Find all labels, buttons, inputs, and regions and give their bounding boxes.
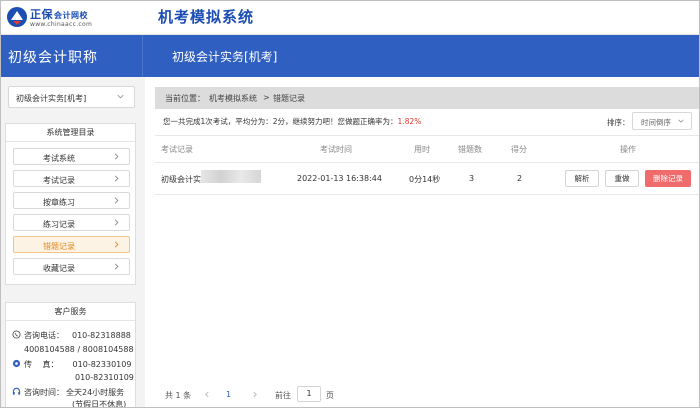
phone-number-1: 010-82318888 [72, 331, 131, 340]
sort-select[interactable]: 时间倒序 [632, 112, 692, 130]
accuracy-rate: 1.82% [397, 117, 422, 126]
brand-name: 正保会计网校 [30, 8, 88, 21]
customer-service-panel: 客户服务 咨询电话： 010-82318888 4008104588 / 8008… [5, 302, 136, 408]
sidebar-item-exam-records[interactable]: 考试记录 [13, 170, 130, 187]
col-header-duration: 用时 [414, 145, 430, 154]
breadcrumb-level2: 错题记录 [273, 94, 305, 103]
total-count: 共 1 条 [165, 391, 192, 400]
col-header-actions: 操作 [620, 145, 636, 154]
sidebar-item-label: 考试系统 [43, 154, 75, 163]
goto-label: 前往 [275, 391, 291, 400]
system-title: 机考模拟系统 [158, 8, 255, 26]
cell-duration: 0分14秒 [409, 175, 441, 184]
sidebar: 初级会计实务[机考] 系统管理目录 考试系统 考试记录 按章练习 练习记录 错题… [0, 77, 145, 408]
service-title: 客户服务 [6, 303, 135, 321]
menu-title: 系统管理目录 [6, 124, 135, 142]
fax-label: 传 真： [24, 360, 59, 369]
header-divider [142, 35, 143, 77]
chevron-right-icon [114, 197, 119, 204]
col-header-score: 得分 [511, 145, 527, 154]
brand-logo[interactable]: 正保会计网校 www.chinaacc.com [6, 4, 131, 32]
phone-icon [12, 330, 21, 339]
breadcrumb-prefix: 当前位置： [165, 94, 205, 103]
delete-record-button[interactable]: 删除记录 [645, 170, 691, 187]
divider [155, 135, 700, 136]
sidebar-item-exam-system[interactable]: 考试系统 [13, 148, 130, 165]
breadcrumb-separator: > [263, 93, 270, 102]
cell-record: 初级会计实 [161, 175, 201, 184]
cell-time: 2022-01-13 16:38:44 [297, 174, 382, 183]
sidebar-item-label: 练习记录 [43, 220, 75, 229]
fax-row: 传 真： 010-82330109 [24, 359, 131, 370]
summary-text: 您一共完成1次考试，平均分为：2分，继续努力吧！您做题正确率为： [163, 117, 398, 126]
sort-select-value: 时间倒序 [641, 118, 671, 127]
pagination: 共 1 条 1 前往 1 页 [155, 383, 700, 408]
chevron-down-icon [117, 94, 124, 99]
chinaacc-logo-icon [7, 7, 27, 27]
breadcrumb-level1[interactable]: 机考模拟系统 [209, 93, 257, 104]
course-select-value: 初级会计实务[机考] [16, 94, 87, 103]
analysis-button[interactable]: 解析 [565, 170, 599, 187]
redo-button[interactable]: 重做 [605, 170, 639, 187]
chevron-down-icon [678, 119, 684, 123]
cell-wrong: 3 [469, 174, 475, 183]
header-band: 初级会计职称 初级会计实务[机考] [0, 35, 700, 77]
chevron-left-icon[interactable] [203, 390, 211, 399]
sidebar-item-label: 错题记录 [43, 242, 75, 251]
sidebar-item-favorites[interactable]: 收藏记录 [13, 258, 130, 275]
current-page[interactable]: 1 [226, 390, 231, 399]
headset-icon [12, 387, 21, 395]
cell-score: 2 [517, 174, 523, 183]
col-header-time: 考试时间 [320, 145, 352, 154]
page-unit: 页 [326, 391, 334, 400]
col-header-wrong: 错题数 [458, 145, 482, 154]
chevron-right-icon [114, 263, 119, 270]
hours-value: 全天24小时服务 [66, 388, 125, 397]
sort-label: 排序： [607, 118, 630, 127]
blurred-text [201, 170, 261, 183]
fax-icon [12, 359, 21, 368]
chevron-right-icon [114, 241, 119, 248]
top-bar: 正保会计网校 www.chinaacc.com 机考模拟系统 [0, 0, 700, 35]
sidebar-item-label: 考试记录 [43, 176, 75, 185]
chevron-right-icon [114, 153, 119, 160]
col-header-record: 考试记录 [161, 145, 193, 154]
fax-number-1: 010-82330109 [72, 360, 132, 369]
chevron-right-icon [114, 219, 119, 226]
score-summary: 您一共完成1次考试，平均分为：2分，继续努力吧！您做题正确率为：1.82% [163, 116, 421, 127]
hours-row: 咨询时间： 全天24小时服务 [24, 387, 124, 398]
phone-label: 咨询电话： [24, 331, 64, 340]
category-title: 初级会计职称 [8, 50, 98, 66]
brand-url: www.chinaacc.com [30, 21, 93, 28]
course-select[interactable]: 初级会计实务[机考] [8, 86, 135, 108]
breadcrumb: 当前位置： 机考模拟系统 > 错题记录 [155, 87, 700, 109]
phone-row: 咨询电话： 010-82318888 [24, 330, 131, 341]
divider [155, 194, 700, 195]
phone-number-2: 4008104588 / 8008104588 [24, 345, 134, 354]
divider [155, 162, 700, 163]
chevron-right-icon[interactable] [251, 390, 259, 399]
sidebar-item-label: 收藏记录 [43, 264, 75, 273]
sidebar-item-practice-records[interactable]: 练习记录 [13, 214, 130, 231]
goto-page-input[interactable]: 1 [297, 386, 321, 402]
holiday-note: (节假日不休息) [72, 400, 127, 408]
sidebar-item-chapter-practice[interactable]: 按章练习 [13, 192, 130, 209]
sidebar-item-label: 按章练习 [43, 198, 75, 207]
chevron-right-icon [114, 175, 119, 182]
course-title: 初级会计实务[机考] [172, 50, 278, 64]
menu-panel: 系统管理目录 考试系统 考试记录 按章练习 练习记录 错题记录 收藏记录 [5, 123, 136, 285]
fax-number-2: 010-82310109 [75, 373, 134, 382]
sidebar-item-wrong-questions[interactable]: 错题记录 [13, 236, 130, 253]
hours-label: 咨询时间： [24, 388, 64, 397]
